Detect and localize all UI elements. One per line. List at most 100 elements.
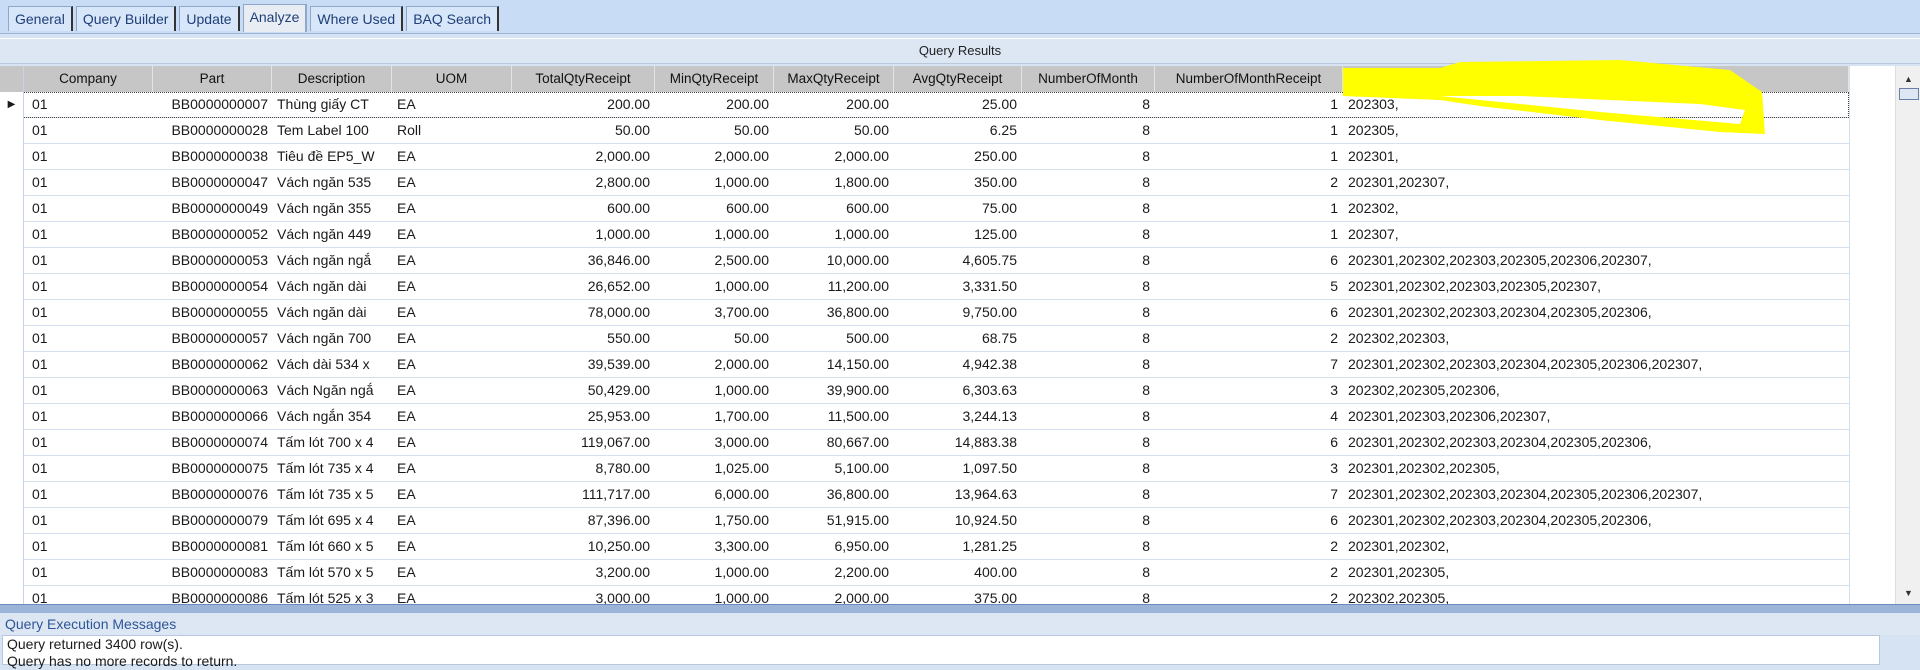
cell-description[interactable]: Tấm lót 735 x 5: [272, 482, 392, 507]
table-row[interactable]: 01 BB0000000074 Tấm lót 700 x 4 EA 119,067.0…: [0, 430, 1849, 456]
cell-minqtyreceipt[interactable]: 2,000.00: [655, 352, 774, 377]
cell-maxqtyreceipt[interactable]: 50.00: [774, 118, 894, 143]
cell-company[interactable]: 01: [24, 248, 153, 273]
cell-monthreceiptlist[interactable]: 202301,202302,202305,: [1343, 456, 1849, 481]
cell-part[interactable]: BB0000000038: [153, 144, 272, 169]
cell-part[interactable]: BB0000000054: [153, 274, 272, 299]
cell-avgqtyreceipt[interactable]: 375.00: [894, 586, 1022, 604]
cell-maxqtyreceipt[interactable]: 14,150.00: [774, 352, 894, 377]
column-header-avgqtyreceipt[interactable]: AvgQtyReceipt: [894, 66, 1022, 92]
cell-company[interactable]: 01: [24, 222, 153, 247]
cell-minqtyreceipt[interactable]: 1,000.00: [655, 560, 774, 585]
cell-uom[interactable]: EA: [392, 92, 512, 117]
cell-part[interactable]: BB0000000066: [153, 404, 272, 429]
cell-totalqtyreceipt[interactable]: 1,000.00: [512, 222, 655, 247]
row-selector[interactable]: [0, 274, 24, 300]
cell-minqtyreceipt[interactable]: 600.00: [655, 196, 774, 221]
row-selector[interactable]: [0, 378, 24, 404]
cell-uom[interactable]: EA: [392, 404, 512, 429]
cell-part[interactable]: BB0000000083: [153, 560, 272, 585]
table-row[interactable]: 01 BB0000000075 Tấm lót 735 x 4 EA 8,780.00 1…: [0, 456, 1849, 482]
table-row[interactable]: 01 BB0000000047 Vách ngăn 535 EA 2,800.00 1,0…: [0, 170, 1849, 196]
cell-monthreceiptlist[interactable]: 202301,202302,: [1343, 534, 1849, 559]
cell-part[interactable]: BB0000000086: [153, 586, 272, 604]
cell-numberofmonth[interactable]: 8: [1022, 144, 1155, 169]
row-selector[interactable]: [0, 560, 24, 586]
cell-numberofmonth[interactable]: 8: [1022, 560, 1155, 585]
cell-part[interactable]: BB0000000055: [153, 300, 272, 325]
cell-uom[interactable]: EA: [392, 378, 512, 403]
cell-numberofmonthreceipt[interactable]: 1: [1155, 144, 1343, 169]
column-header-numberofmonthreceipt[interactable]: NumberOfMonthReceipt: [1155, 66, 1343, 92]
table-row[interactable]: 01 BB0000000052 Vách ngăn 449 EA 1,000.00 1,0…: [0, 222, 1849, 248]
cell-numberofmonthreceipt[interactable]: 2: [1155, 170, 1343, 195]
cell-avgqtyreceipt[interactable]: 3,331.50: [894, 274, 1022, 299]
panel-splitter[interactable]: [0, 604, 1920, 613]
cell-uom[interactable]: EA: [392, 274, 512, 299]
cell-numberofmonthreceipt[interactable]: 6: [1155, 508, 1343, 533]
cell-uom[interactable]: EA: [392, 170, 512, 195]
row-selector[interactable]: [0, 170, 24, 196]
row-selector[interactable]: [0, 430, 24, 456]
column-header-totalqtyreceipt[interactable]: TotalQtyReceipt: [512, 66, 655, 92]
cell-totalqtyreceipt[interactable]: 8,780.00: [512, 456, 655, 481]
cell-company[interactable]: 01: [24, 534, 153, 559]
cell-description[interactable]: Vách dài 534 x: [272, 352, 392, 377]
cell-monthreceiptlist[interactable]: 202302,202303,: [1343, 326, 1849, 351]
cell-description[interactable]: Vách ngăn 449: [272, 222, 392, 247]
row-selector[interactable]: [0, 144, 24, 170]
cell-monthreceiptlist[interactable]: 202301,202305,: [1343, 560, 1849, 585]
cell-part[interactable]: BB0000000028: [153, 118, 272, 143]
cell-description[interactable]: Tấm lót 700 x 4: [272, 430, 392, 455]
row-selector[interactable]: [0, 586, 24, 604]
cell-company[interactable]: 01: [24, 430, 153, 455]
row-selector[interactable]: [0, 482, 24, 508]
cell-company[interactable]: 01: [24, 352, 153, 377]
cell-monthreceiptlist[interactable]: 202301,202302,202303,202304,202305,20230…: [1343, 508, 1849, 533]
cell-monthreceiptlist[interactable]: 202302,202305,202306,: [1343, 378, 1849, 403]
cell-part[interactable]: BB0000000047: [153, 170, 272, 195]
cell-monthreceiptlist[interactable]: 202302,202305,: [1343, 586, 1849, 604]
cell-numberofmonthreceipt[interactable]: 6: [1155, 300, 1343, 325]
cell-numberofmonth[interactable]: 8: [1022, 300, 1155, 325]
row-selector[interactable]: [0, 352, 24, 378]
cell-part[interactable]: BB0000000063: [153, 378, 272, 403]
row-selector[interactable]: [0, 508, 24, 534]
cell-description[interactable]: Tấm lót 735 x 4: [272, 456, 392, 481]
cell-company[interactable]: 01: [24, 378, 153, 403]
cell-description[interactable]: Vách ngăn 535: [272, 170, 392, 195]
cell-numberofmonthreceipt[interactable]: 1: [1155, 222, 1343, 247]
cell-monthreceiptlist[interactable]: 202301,202302,202303,202304,202305,20230…: [1343, 300, 1849, 325]
cell-minqtyreceipt[interactable]: 1,000.00: [655, 170, 774, 195]
cell-maxqtyreceipt[interactable]: 2,200.00: [774, 560, 894, 585]
cell-numberofmonth[interactable]: 8: [1022, 196, 1155, 221]
cell-part[interactable]: BB0000000079: [153, 508, 272, 533]
cell-company[interactable]: 01: [24, 482, 153, 507]
table-row[interactable]: 01 BB0000000028 Tem Label 100 Roll 50.00 50.0…: [0, 118, 1849, 144]
cell-company[interactable]: 01: [24, 196, 153, 221]
cell-avgqtyreceipt[interactable]: 3,244.13: [894, 404, 1022, 429]
cell-uom[interactable]: EA: [392, 248, 512, 273]
row-selector[interactable]: [0, 404, 24, 430]
cell-maxqtyreceipt[interactable]: 5,100.00: [774, 456, 894, 481]
cell-monthreceiptlist[interactable]: 202301,202303,202306,202307,: [1343, 404, 1849, 429]
cell-totalqtyreceipt[interactable]: 119,067.00: [512, 430, 655, 455]
cell-company[interactable]: 01: [24, 326, 153, 351]
row-selector[interactable]: [0, 456, 24, 482]
cell-numberofmonth[interactable]: 8: [1022, 586, 1155, 604]
cell-numberofmonthreceipt[interactable]: 3: [1155, 378, 1343, 403]
cell-description[interactable]: Vách ngăn dài: [272, 300, 392, 325]
cell-maxqtyreceipt[interactable]: 600.00: [774, 196, 894, 221]
cell-totalqtyreceipt[interactable]: 26,652.00: [512, 274, 655, 299]
cell-numberofmonth[interactable]: 8: [1022, 378, 1155, 403]
cell-minqtyreceipt[interactable]: 2,000.00: [655, 144, 774, 169]
scroll-down-arrow-icon[interactable]: ▼: [1896, 584, 1920, 602]
cell-totalqtyreceipt[interactable]: 39,539.00: [512, 352, 655, 377]
row-selector[interactable]: [0, 248, 24, 274]
cell-description[interactable]: Vách ngăn 700: [272, 326, 392, 351]
cell-company[interactable]: 01: [24, 404, 153, 429]
cell-totalqtyreceipt[interactable]: 2,000.00: [512, 144, 655, 169]
cell-part[interactable]: BB0000000074: [153, 430, 272, 455]
cell-uom[interactable]: EA: [392, 534, 512, 559]
column-header-monthreceiptlist[interactable]: MonthReceiptList: [1343, 66, 1849, 92]
